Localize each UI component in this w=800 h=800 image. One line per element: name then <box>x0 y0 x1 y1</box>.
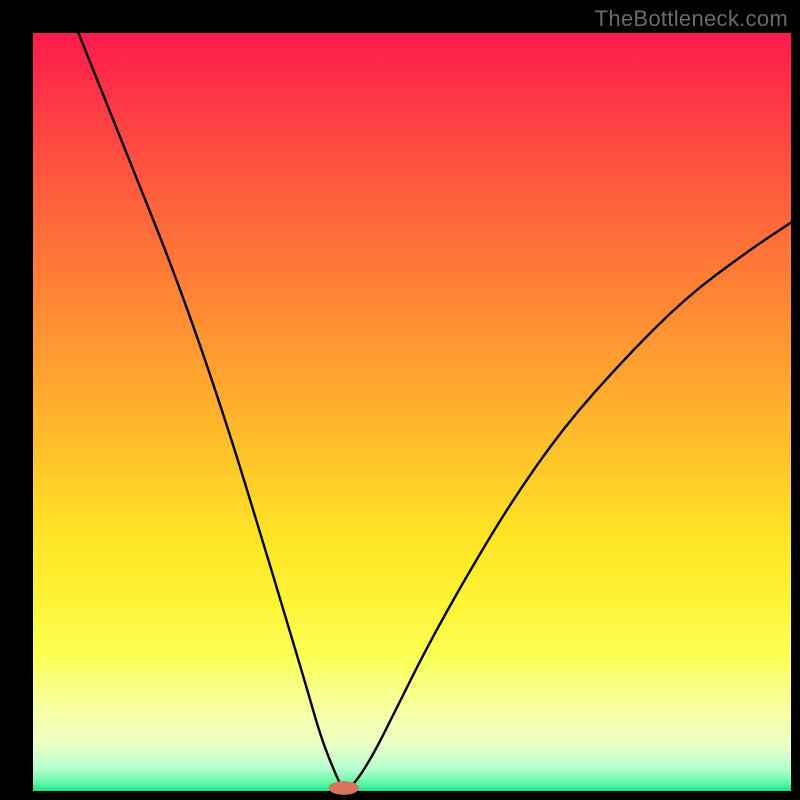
plot-area <box>33 33 791 795</box>
chart-frame: TheBottleneck.com <box>0 0 800 800</box>
watermark-text: TheBottleneck.com <box>595 6 788 32</box>
optimal-marker <box>329 781 359 795</box>
bottleneck-chart <box>0 0 800 800</box>
